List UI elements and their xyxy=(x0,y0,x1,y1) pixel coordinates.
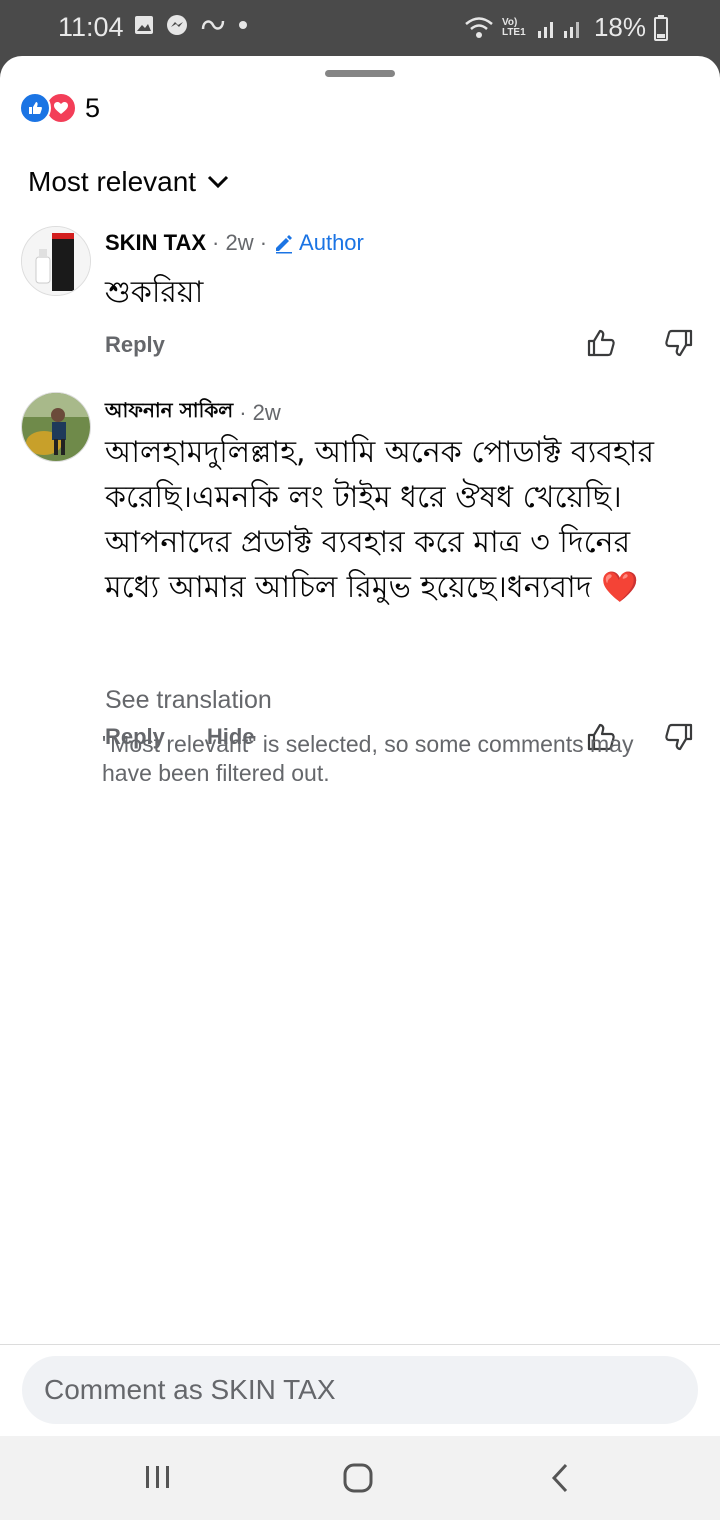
upvote-icon[interactable] xyxy=(586,328,616,358)
author-name[interactable]: SKIN TAX xyxy=(105,230,206,256)
comment-text-line: আপনাদের প্রডাক্ট ব্যবহার করে মাত্র ৩ দিন… xyxy=(105,525,631,560)
comments-sheet: 5 Most relevant SKIN TAX · 2w · Author শ… xyxy=(0,56,720,1436)
battery-text: 18% xyxy=(593,12,646,42)
author-badge-label: Author xyxy=(299,230,364,255)
comment-time: · 2w xyxy=(239,399,281,425)
comment-header: SKIN TAX · 2w · Author xyxy=(105,230,364,256)
avatar[interactable] xyxy=(21,226,91,296)
comment-text: আলহামদুলিল্লাহ, আমি অনেক পোডাক্ট ব্যবহার… xyxy=(105,430,705,610)
dot-icon xyxy=(239,21,247,29)
recent-apps-icon[interactable] xyxy=(144,1462,172,1492)
reactions-summary[interactable]: 5 xyxy=(19,92,100,124)
author-name[interactable]: আফনান সাকিল xyxy=(105,396,233,429)
comment-text-segment: মধ্যে আমার আচিল রিমুভ হয়েছে।ধন্যবাদ xyxy=(105,570,592,605)
reaction-count: 5 xyxy=(85,92,101,123)
chevron-down-icon xyxy=(208,175,229,189)
sort-dropdown[interactable]: Most relevant xyxy=(28,166,230,198)
pencil-icon xyxy=(276,235,293,254)
gallery-icon xyxy=(135,16,153,34)
notification-icons xyxy=(134,14,248,36)
comment-actions: Reply xyxy=(105,332,165,358)
downvote-icon[interactable] xyxy=(664,722,694,752)
comment-text-line: করেছি।এমনকি লং টাইম ধরে ঔষধ খেয়েছি। xyxy=(105,480,622,515)
divider xyxy=(0,1344,720,1345)
drag-handle[interactable] xyxy=(325,70,395,77)
comment-text: শুকরিয়া xyxy=(105,275,204,310)
author-badge: Author xyxy=(273,230,364,256)
comment-composer[interactable] xyxy=(22,1356,698,1424)
system-icons: Vo) LTE1 18% xyxy=(464,12,668,43)
downvote-icon[interactable] xyxy=(664,328,694,358)
heart-emoji: ❤️ xyxy=(601,570,639,605)
home-icon[interactable] xyxy=(342,1462,374,1494)
comment-header: আফনান সাকিল · 2w xyxy=(105,396,281,429)
back-icon[interactable] xyxy=(548,1462,572,1494)
messenger-icon xyxy=(167,15,187,35)
system-nav-bar xyxy=(0,1436,720,1520)
comment-text-line: আলহামদুলিল্লাহ, আমি অনেক পোডাক্ট ব্যবহার xyxy=(105,435,654,470)
network-label: Vo) LTE1 xyxy=(501,16,526,38)
avatar[interactable] xyxy=(21,392,91,462)
see-translation-link[interactable]: See translation xyxy=(105,686,272,715)
status-time: 11:04 xyxy=(58,12,124,42)
comment-input[interactable] xyxy=(42,1373,666,1407)
sort-label: Most relevant xyxy=(28,166,197,197)
wifi-icon xyxy=(465,16,493,38)
status-bar: 11:04 Vo) LTE1 18% xyxy=(0,0,720,56)
comment-time: · 2w · xyxy=(212,230,268,255)
signal-icon xyxy=(537,21,579,38)
comment-text-line: মধ্যে আমার আচিল রিমুভ হয়েছে।ধন্যবাদ ❤️ xyxy=(105,565,705,610)
like-reaction-icon xyxy=(19,92,51,124)
link-icon xyxy=(201,20,225,30)
battery-icon xyxy=(654,14,668,41)
reply-button[interactable]: Reply xyxy=(105,332,165,358)
filter-note: "Most relevant" is selected, so some com… xyxy=(102,731,634,786)
